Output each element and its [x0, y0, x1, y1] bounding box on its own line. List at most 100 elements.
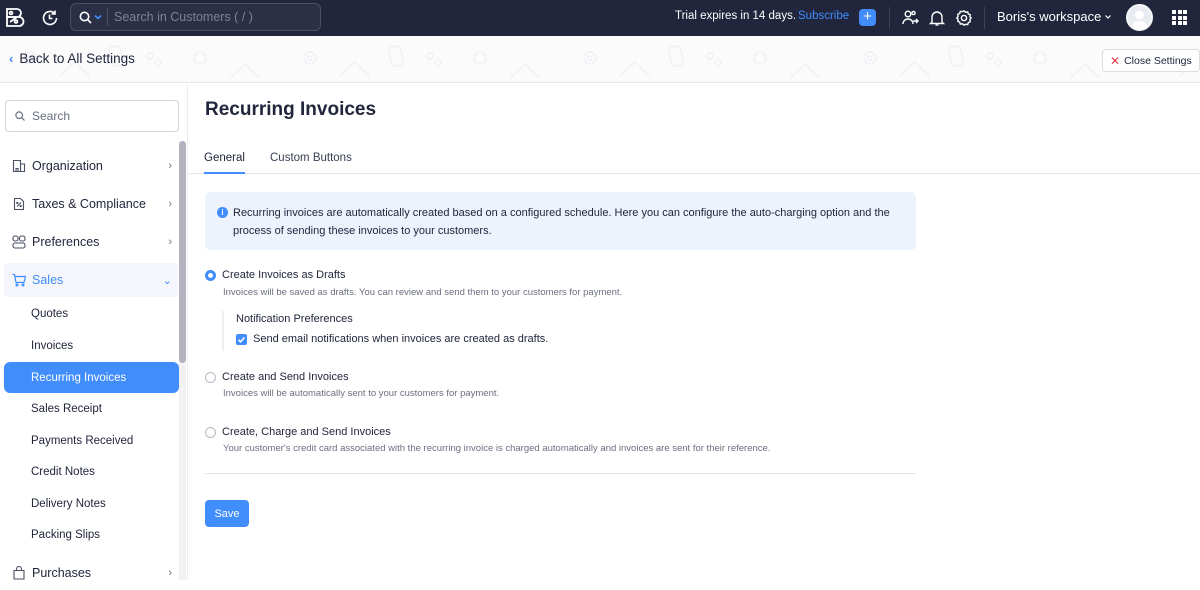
- option-create-drafts[interactable]: Create Invoices as Drafts: [205, 269, 346, 281]
- refer-user-icon[interactable]: [901, 9, 919, 27]
- notification-preferences-title: Notification Preferences: [236, 313, 353, 325]
- app-logo-icon[interactable]: [4, 6, 26, 28]
- main-content: Recurring Invoices General Custom Button…: [189, 84, 1200, 580]
- chevron-down-icon: [1105, 14, 1112, 19]
- subscribe-link[interactable]: Subscribe: [798, 10, 849, 22]
- sidebar-item-sales-receipt[interactable]: Sales Receipt: [4, 393, 179, 424]
- global-search-input[interactable]: [114, 10, 314, 24]
- global-search[interactable]: [70, 3, 321, 31]
- chevron-right-icon: ›: [168, 236, 172, 248]
- chevron-right-icon: ›: [168, 160, 172, 172]
- tab-custom-buttons[interactable]: Custom Buttons: [270, 152, 352, 164]
- quick-create-button[interactable]: +: [859, 9, 876, 26]
- sidebar-item-packing-slips[interactable]: Packing Slips: [4, 519, 179, 550]
- sidebar-item-label: Sales Receipt: [31, 402, 102, 415]
- option-label: Create Invoices as Drafts: [222, 269, 346, 281]
- sidebar-item-label: Recurring Invoices: [31, 371, 127, 384]
- active-tab-indicator: [204, 172, 245, 174]
- sidebar-group-label: Sales: [32, 273, 64, 287]
- search-separator: [107, 8, 108, 26]
- email-notification-checkbox-row[interactable]: Send email notifications when invoices a…: [236, 333, 548, 345]
- chevron-left-icon: ‹: [9, 51, 14, 66]
- sidebar-group-preferences[interactable]: Preferences ›: [4, 225, 178, 259]
- divider: [889, 7, 890, 29]
- divider: [205, 473, 916, 474]
- bell-icon[interactable]: [928, 9, 946, 27]
- trial-status: Trial expires in 14 days.: [675, 10, 797, 22]
- tax-document-icon: [13, 197, 25, 211]
- sidebar-item-label: Packing Slips: [31, 528, 101, 541]
- radio-unselected[interactable]: [205, 371, 216, 383]
- tab-bar: General Custom Buttons: [189, 144, 1200, 174]
- workspace-name: Boris's workspace: [997, 9, 1102, 24]
- sidebar-item-label: Payments Received: [31, 434, 134, 447]
- bag-icon: [13, 566, 25, 580]
- sidebar-item-recurring-invoices[interactable]: Recurring Invoices: [4, 362, 179, 393]
- building-icon: [12, 159, 26, 173]
- user-avatar-icon: [1131, 10, 1148, 29]
- sidebar-group-label: Purchases: [32, 566, 92, 580]
- user-avatar[interactable]: [1126, 4, 1153, 31]
- sidebar-item-payments-received[interactable]: Payments Received: [4, 425, 179, 456]
- sidebar-item-quotes[interactable]: Quotes: [4, 298, 179, 329]
- checkbox-label: Send email notifications when invoices a…: [253, 333, 549, 345]
- sidebar-scrollbar-thumb[interactable]: [179, 141, 186, 363]
- info-text: Recurring invoices are automatically cre…: [233, 207, 890, 237]
- option-label: Create and Send Invoices: [222, 371, 349, 383]
- option-description: Invoices will be saved as drafts. You ca…: [223, 287, 623, 298]
- divider: [984, 7, 985, 29]
- sidebar-item-label: Quotes: [31, 307, 69, 320]
- back-to-settings-link[interactable]: ‹ Back to All Settings: [9, 51, 135, 66]
- sidebar-search[interactable]: [5, 100, 179, 132]
- search-icon: [15, 111, 25, 121]
- sidebar-group-label: Taxes & Compliance: [32, 197, 146, 211]
- close-settings-button[interactable]: ✕ Close Settings: [1102, 49, 1200, 72]
- checkbox-checked[interactable]: [236, 333, 247, 345]
- sidebar-item-label: Delivery Notes: [31, 497, 106, 510]
- workspace-switcher[interactable]: Boris's workspace: [997, 9, 1112, 24]
- settings-header: ‹ Back to All Settings ✕ Close Settings: [0, 36, 1200, 83]
- radio-selected[interactable]: [205, 269, 216, 281]
- info-icon: i: [217, 207, 228, 218]
- sidebar-item-label: Credit Notes: [31, 465, 95, 478]
- sidebar-item-delivery-notes[interactable]: Delivery Notes: [4, 488, 179, 519]
- option-create-and-send[interactable]: Create and Send Invoices: [205, 371, 349, 383]
- chevron-right-icon: ›: [168, 198, 172, 210]
- plus-icon: +: [863, 8, 872, 25]
- option-create-charge-send[interactable]: Create, Charge and Send Invoices: [205, 426, 391, 438]
- decorative-pattern: [23, 44, 1200, 79]
- top-bar: Trial expires in 14 days. Subscribe + Bo…: [0, 0, 1200, 36]
- sidebar-group-organization[interactable]: Organization ›: [4, 149, 178, 183]
- sidebar-group-sales[interactable]: Sales ⌄: [4, 263, 178, 297]
- sidebar-group-label: Organization: [32, 159, 103, 173]
- sidebar-group-label: Preferences: [32, 235, 100, 249]
- sidebar-group-purchases[interactable]: Purchases ›: [4, 556, 178, 590]
- save-button[interactable]: Save: [205, 500, 249, 527]
- apps-grid-icon[interactable]: [1172, 10, 1187, 25]
- info-banner: i Recurring invoices are automatically c…: [205, 192, 916, 250]
- back-label: Back to All Settings: [19, 51, 135, 66]
- sidebar-item-credit-notes[interactable]: Credit Notes: [4, 456, 179, 487]
- gear-icon[interactable]: [955, 9, 973, 27]
- notification-group-border: [222, 311, 224, 351]
- history-icon[interactable]: [40, 8, 60, 28]
- cart-icon: [12, 273, 26, 287]
- tab-general[interactable]: General: [204, 152, 245, 164]
- sidebar-item-invoices[interactable]: Invoices: [4, 330, 179, 361]
- radio-unselected[interactable]: [205, 426, 216, 438]
- close-settings-label: Close Settings: [1124, 54, 1192, 67]
- chevron-down-icon: ⌄: [162, 274, 172, 287]
- sidebar-search-input[interactable]: [32, 109, 172, 123]
- checkmark-icon: [237, 336, 246, 343]
- chevron-down-icon[interactable]: [94, 13, 102, 21]
- sidebar-item-label: Invoices: [31, 339, 74, 352]
- settings-sidebar: Organization › Taxes & Compliance › Pref…: [0, 84, 188, 580]
- option-label: Create, Charge and Send Invoices: [222, 426, 391, 438]
- chevron-right-icon: ›: [168, 567, 172, 579]
- preferences-icon: [12, 235, 26, 249]
- option-description: Your customer's credit card associated w…: [223, 443, 771, 454]
- page-title: Recurring Invoices: [205, 99, 377, 120]
- option-description: Invoices will be automatically sent to y…: [223, 388, 500, 399]
- search-icon[interactable]: [79, 11, 92, 24]
- sidebar-group-taxes[interactable]: Taxes & Compliance ›: [4, 187, 178, 221]
